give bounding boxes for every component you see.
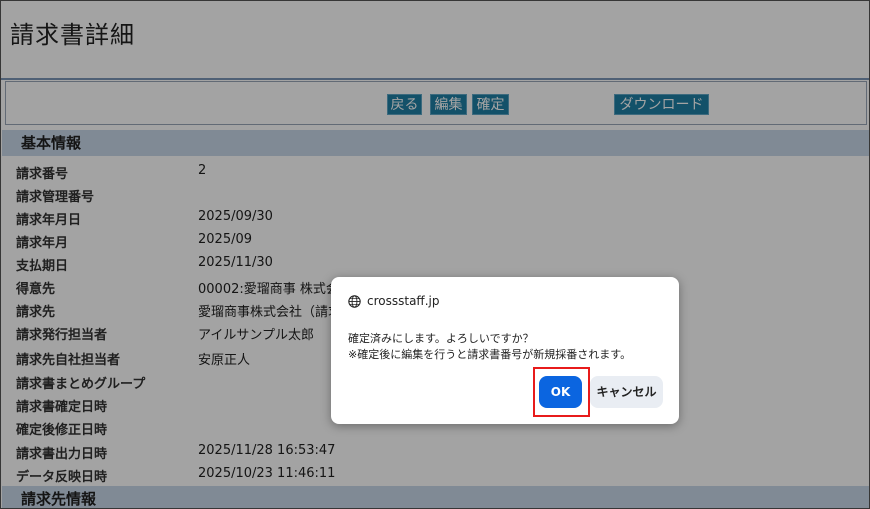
dialog-origin-text: crossstaff.jp [367,294,440,308]
ok-button[interactable]: OK [539,376,582,408]
dialog-note: ※確定後に編集を行うと請求書番号が新規採番されます。 [348,348,632,361]
cancel-button[interactable]: キャンセル [590,376,663,408]
dialog-message: 確定済みにします。よろしいですか？ [348,332,534,345]
modal-backdrop [0,0,870,509]
globe-icon [348,294,361,308]
dialog-origin: crossstaff.jp [348,294,439,308]
